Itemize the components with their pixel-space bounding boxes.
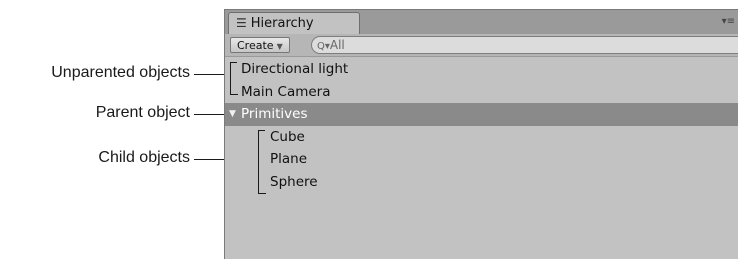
tree-item-label: Main Camera: [241, 83, 331, 100]
create-button[interactable]: Create ▼: [230, 37, 290, 53]
search-input[interactable]: Q▾All: [311, 36, 738, 54]
search-placeholder: All: [329, 38, 345, 52]
tree-item-label: Directional light: [241, 61, 349, 77]
tab-hierarchy[interactable]: ☰ Hierarchy: [228, 12, 360, 34]
tree-item-directional-light[interactable]: Directional light: [225, 58, 738, 81]
annotation-parent-object: Parent object: [95, 104, 190, 121]
annotation-bracket-child: [258, 130, 266, 194]
hierarchy-list-icon: ☰: [236, 16, 247, 30]
panel-menu-icon[interactable]: ▾≡: [722, 16, 735, 27]
hierarchy-tree: Directional light Main Camera ▼ Primitiv…: [225, 58, 738, 193]
annotation-child-objects: Child objects: [98, 149, 190, 166]
expand-triangle-icon[interactable]: ▼: [229, 103, 236, 125]
chevron-down-icon: ▼: [276, 42, 283, 51]
tree-item-label: Cube: [270, 128, 305, 145]
annotation-bracket-unparented: [230, 62, 238, 95]
search-icon: Q▾: [317, 41, 330, 52]
tab-strip: ☰ Hierarchy ▾≡: [225, 10, 738, 34]
tree-item-cube[interactable]: Cube: [225, 126, 738, 149]
hierarchy-toolbar: Create ▼ Q▾All: [225, 34, 738, 57]
tree-item-label: Primitives: [241, 106, 308, 122]
tree-item-plane[interactable]: Plane: [225, 148, 738, 171]
tree-item-label: Plane: [270, 151, 308, 167]
create-button-label: Create: [237, 39, 274, 52]
annotation-unparented-objects: Unparented objects: [51, 64, 190, 81]
tree-item-main-camera[interactable]: Main Camera: [225, 81, 738, 104]
tree-item-label: Sphere: [270, 173, 318, 190]
tab-hierarchy-label: Hierarchy: [250, 16, 314, 31]
tree-item-sphere[interactable]: Sphere: [225, 171, 738, 194]
hierarchy-panel: ☰ Hierarchy ▾≡ Create ▼ Q▾All Directional …: [224, 9, 738, 259]
tree-item-primitives[interactable]: ▼ Primitives: [225, 103, 738, 126]
